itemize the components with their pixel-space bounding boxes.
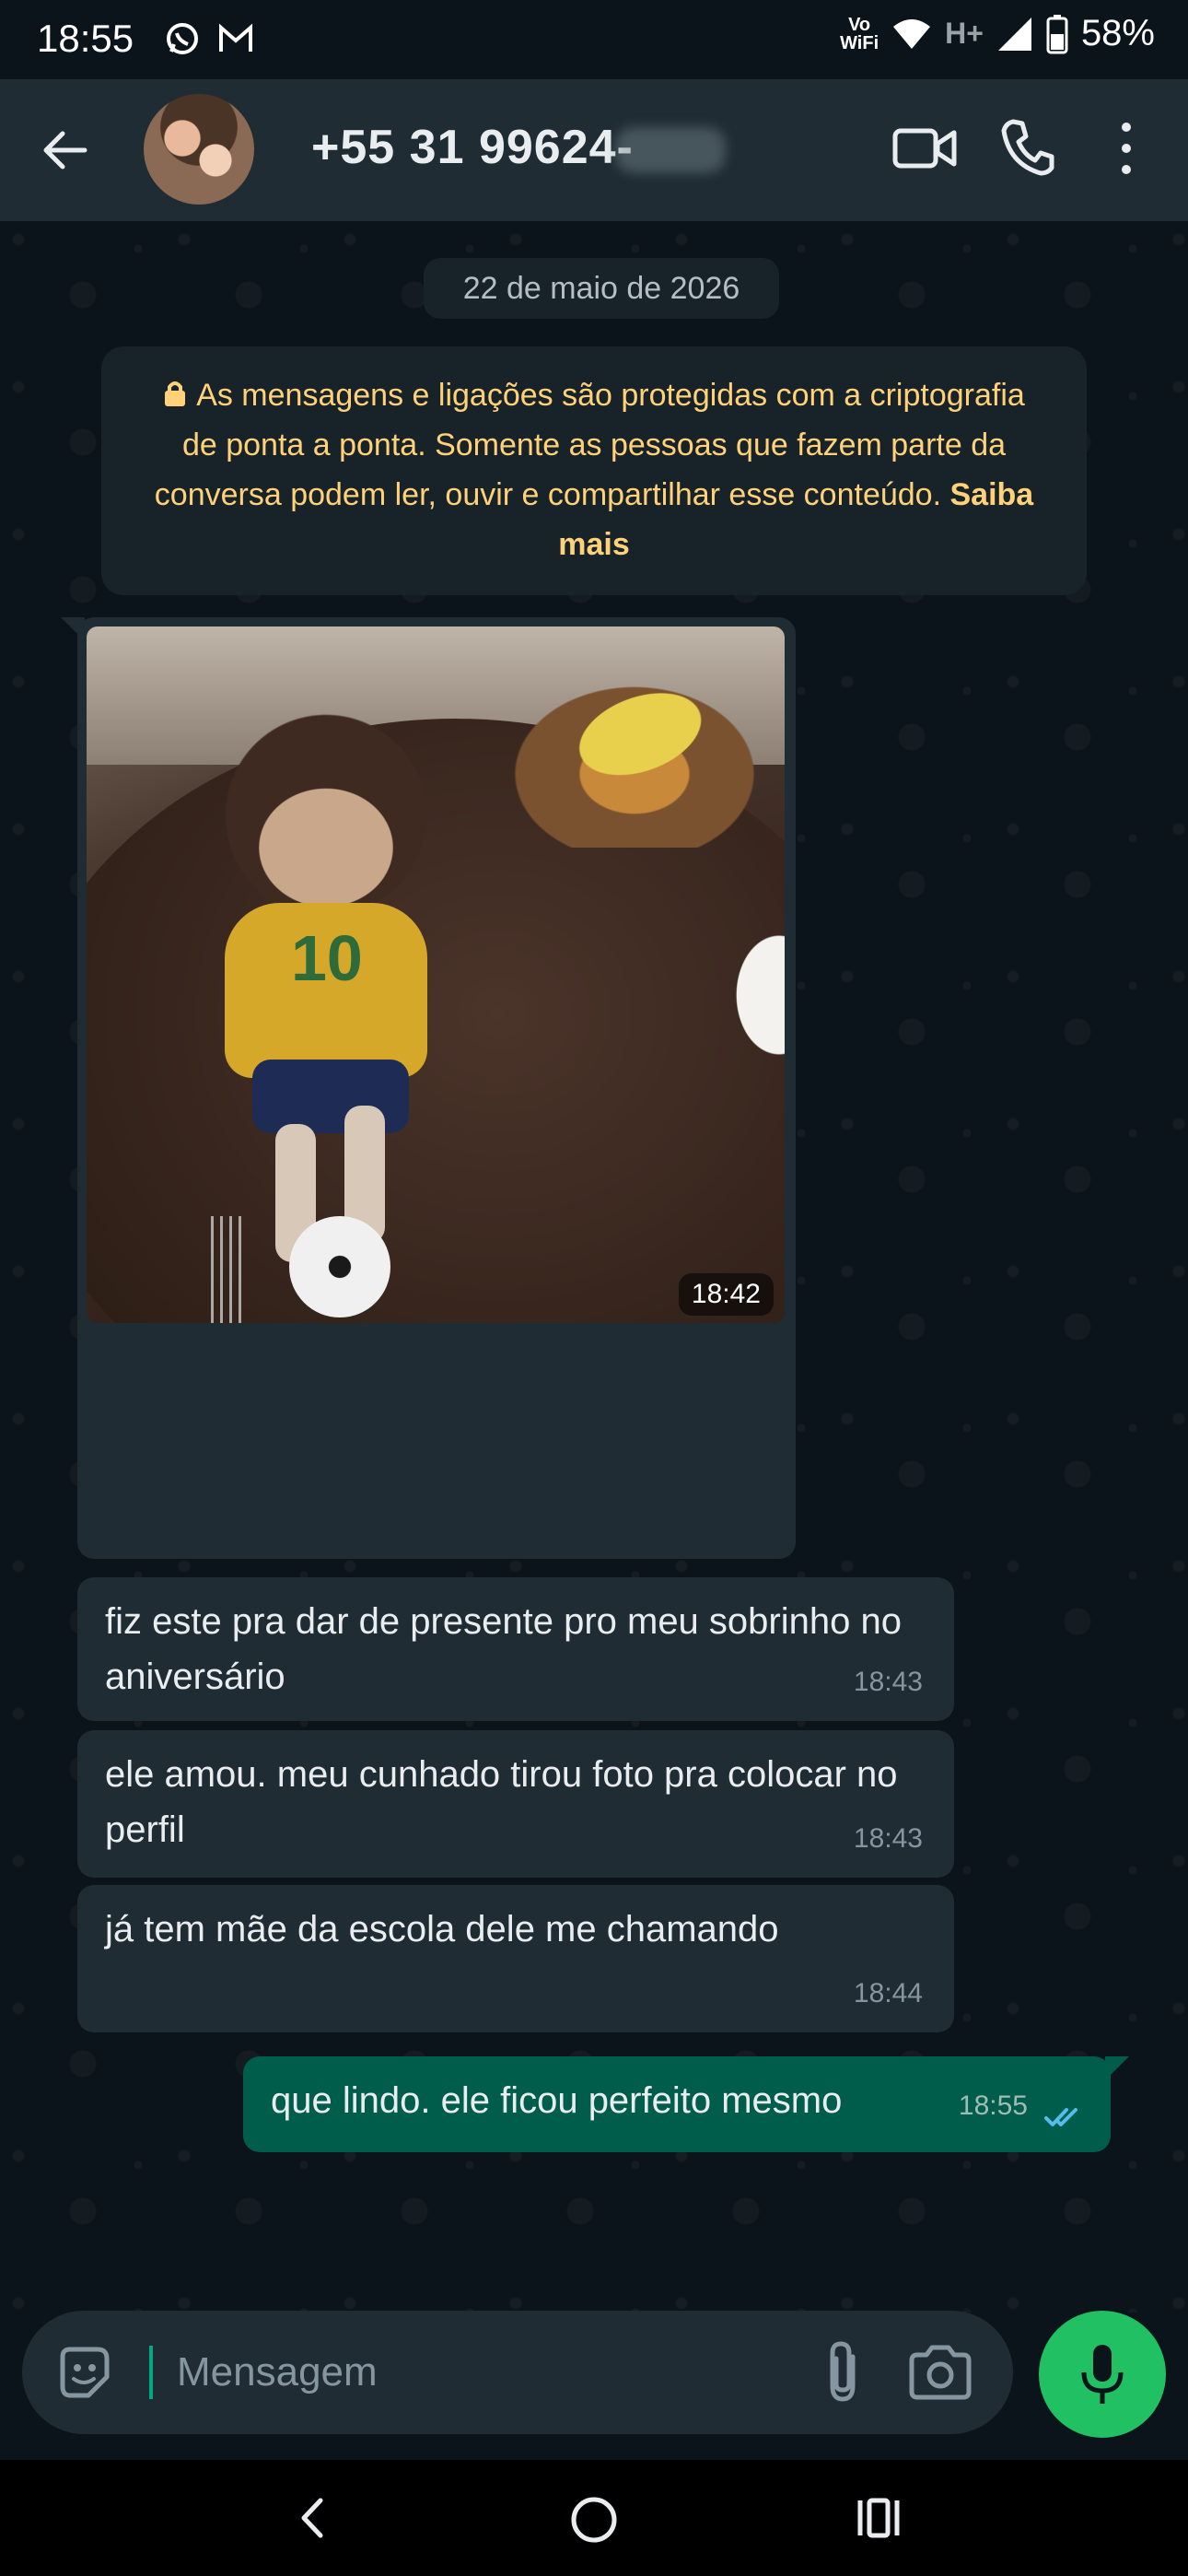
encryption-notice[interactable]: As mensagens e ligações são protegidas c… — [101, 346, 1087, 595]
message-input[interactable] — [177, 2338, 812, 2406]
status-bar: 18:55 Vo WiFi H+ 58% — [0, 0, 1188, 79]
battery-percentage: 58% — [1080, 13, 1155, 53]
wifi-icon — [891, 18, 932, 51]
message-text: ele amou. meu cunhado tirou foto pra col… — [105, 1754, 898, 1850]
status-time: 18:55 — [37, 17, 134, 60]
message-time: 18:43 — [853, 1823, 923, 1854]
whatsapp-chat-screen: 18:55 Vo WiFi H+ 58% +55 31 99624- 22 de… — [0, 0, 1188, 2576]
contact-avatar[interactable] — [144, 94, 254, 205]
encryption-notice-text: As mensagens e ligações são protegidas c… — [154, 378, 1025, 512]
date-chip: 22 de maio de 2026 — [424, 258, 779, 319]
doll-shorts — [252, 1060, 409, 1133]
battery-icon — [1046, 14, 1068, 54]
camera-icon[interactable] — [906, 2344, 974, 2401]
status-indicators: Vo WiFi H+ 58% — [840, 13, 1155, 54]
message-text: que lindo. ele ficou perfeito mesmo — [271, 2080, 843, 2121]
video-camera-icon[interactable] — [891, 120, 958, 177]
redacted-number-blur — [615, 127, 726, 173]
contact-name[interactable]: +55 31 99624- — [311, 120, 634, 175]
vowifi-indicator: Vo WiFi — [840, 14, 879, 53]
more-vertical-icon[interactable] — [1112, 116, 1140, 181]
phone-icon[interactable] — [1000, 116, 1055, 177]
signal-icon — [996, 16, 1033, 53]
message-time: 18:44 — [853, 1978, 923, 2008]
system-navigation-bar — [0, 2460, 1188, 2576]
microphone-button[interactable] — [1039, 2311, 1166, 2438]
incoming-message[interactable]: já tem mãe da escola dele me chamando 18… — [77, 1885, 954, 2032]
outgoing-message[interactable]: que lindo. ele ficou perfeito mesmo 18:5… — [243, 2056, 1129, 2152]
incoming-message[interactable]: ele amou. meu cunhado tirou foto pra col… — [77, 1730, 954, 1878]
message-text: já tem mãe da escola dele me chamando — [105, 1909, 779, 1950]
nav-back-icon[interactable] — [293, 2495, 330, 2541]
whatsapp-notification-icon — [164, 20, 201, 57]
nav-recents-icon[interactable] — [855, 2495, 904, 2541]
chat-messages-area[interactable]: 22 de maio de 2026 As mensagens e ligaçõ… — [0, 221, 1188, 2313]
message-text: fiz este pra dar de presente pro meu sob… — [105, 1601, 902, 1697]
message-composer — [22, 2311, 1013, 2434]
nav-home-icon[interactable] — [569, 2495, 619, 2545]
double-check-read-icon — [1044, 2106, 1087, 2128]
fork — [211, 1216, 248, 1323]
back-arrow-icon[interactable] — [37, 122, 94, 179]
paperclip-icon[interactable] — [820, 2338, 866, 2406]
napkin — [713, 903, 785, 1087]
text-cursor — [149, 2346, 153, 2399]
message-time: 18:43 — [853, 1667, 923, 1697]
image-message[interactable]: 10 18:42 — [61, 617, 796, 1559]
network-type: H+ — [945, 17, 984, 50]
doll-face — [248, 779, 404, 917]
doll-shirt-number: 10 — [291, 922, 363, 994]
sticker-icon[interactable] — [55, 2344, 112, 2401]
incoming-message[interactable]: fiz este pra dar de presente pro meu sob… — [77, 1577, 954, 1721]
notification-icons — [164, 20, 254, 57]
lock-icon — [163, 380, 187, 407]
gmail-notification-icon — [217, 22, 254, 55]
message-time: 18:55 — [958, 2090, 1028, 2121]
soccer-ball — [289, 1216, 390, 1317]
chat-header: +55 31 99624- — [0, 79, 1188, 221]
crochet-doll-photo[interactable]: 10 18:42 — [87, 626, 785, 1323]
image-message-time: 18:42 — [678, 1273, 774, 1316]
